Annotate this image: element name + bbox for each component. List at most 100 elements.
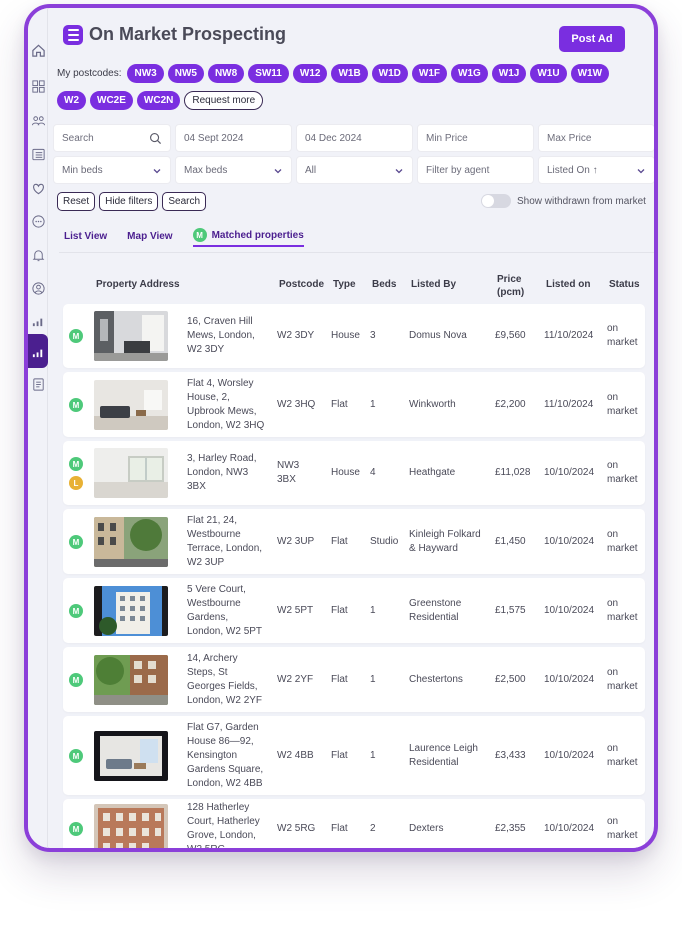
postcode-chip[interactable]: WC2E (90, 90, 133, 110)
table-row[interactable]: M 5 Vere Court, Westbourne Gardens, London, … (63, 578, 645, 643)
type-value: All (305, 164, 317, 176)
table-row[interactable]: M L 3, Harley Road, London, NW3 3BX NW3 3BX Hou… (63, 441, 645, 505)
search-button[interactable]: Search (162, 192, 207, 211)
table-row[interactable]: M 128 Hatherley Court, Hatherley Grove, Lon… (63, 799, 645, 848)
header-beds[interactable]: Beds (372, 279, 396, 290)
postcode-row: W2 WC2E WC2N Request more (57, 90, 654, 110)
property-beds: 1 (370, 674, 376, 685)
header-type[interactable]: Type (333, 279, 356, 290)
post-ad-button[interactable]: Post Ad (559, 26, 625, 52)
document-icon[interactable] (30, 376, 46, 392)
postcode-chip[interactable]: NW3 (127, 63, 164, 83)
date-from-field[interactable]: 04 Sept 2024 (175, 124, 292, 152)
postcode-chip[interactable]: W1U (530, 63, 567, 83)
postcode-chip[interactable]: SW11 (248, 63, 289, 83)
agent-filter-field[interactable] (417, 156, 534, 184)
header-postcode[interactable]: Postcode (279, 279, 324, 290)
property-photo[interactable] (94, 804, 168, 848)
property-address-line: Mews, London, (187, 330, 255, 341)
sort-select[interactable]: Listed On ↑ (538, 156, 654, 184)
chat-icon[interactable] (30, 213, 46, 229)
request-more-button[interactable]: Request more (184, 90, 264, 110)
property-photo[interactable] (94, 586, 168, 636)
property-address: 14, Archery Steps, St Georges Fields, Londo… (187, 652, 277, 708)
postcode-chip[interactable]: NW5 (167, 63, 204, 83)
hide-filters-button[interactable]: Hide filters (99, 192, 159, 211)
type-select[interactable]: All (296, 156, 413, 184)
postcode-chip[interactable]: W12 (292, 63, 328, 83)
property-address-line: Grove, London, (187, 830, 256, 841)
property-address-line: House 86—92, (187, 736, 254, 747)
property-status-line: on (607, 667, 619, 678)
grid-icon[interactable] (30, 78, 46, 94)
property-status: on market (607, 322, 643, 350)
postcode-row: My postcodes: NW3 NW5 NW8 SW11 W12 W1B W1D W1F W… (57, 63, 654, 83)
divider (59, 252, 654, 253)
header-listed-on[interactable]: Listed on (546, 279, 590, 290)
property-photo[interactable] (94, 380, 168, 430)
table-row[interactable]: M 16, Craven Hill Mews, London, W2 3DY W2 3D… (63, 304, 645, 368)
postcode-chip[interactable]: WC2N (136, 90, 181, 110)
table-row[interactable]: M Flat G7, Garden House 86—92, Kensington Ga… (63, 716, 645, 795)
reset-button[interactable]: Reset (57, 192, 96, 211)
min-price-input[interactable] (426, 132, 525, 144)
search-field[interactable] (53, 124, 171, 152)
table-row[interactable]: M Flat 21, 24, Westbourne Terrace, London, W… (63, 509, 645, 574)
list-icon[interactable] (30, 146, 46, 162)
property-address-line: Westbourne (187, 529, 241, 540)
table-row[interactable]: M 14, Archery Steps, St Georges Fields, Lond… (63, 647, 645, 712)
tab-matched-properties[interactable]: M Matched properties (192, 225, 304, 247)
withdrawn-toggle[interactable] (481, 194, 511, 208)
tab-list-view[interactable]: List View (64, 225, 107, 247)
property-status: on market (607, 528, 643, 556)
home-icon[interactable] (30, 42, 46, 58)
table-row[interactable]: M Flat 4, Worsley House, 2, Upbrook Mews, Lo… (63, 372, 645, 437)
postcode-chip[interactable]: NW8 (207, 63, 245, 83)
max-beds-select[interactable]: Max beds (175, 156, 292, 184)
app-frame: On Market Prospecting Post Ad My postcod… (24, 4, 658, 852)
header-price[interactable]: Price (pcm) (497, 273, 524, 299)
postcode-chip[interactable]: W1B (331, 63, 368, 83)
people-icon[interactable] (30, 112, 46, 128)
property-agent: Dexters (409, 822, 489, 836)
property-postcode-line: NW3 (277, 460, 300, 471)
property-photo[interactable] (94, 448, 168, 498)
postcode-chip[interactable]: W1W (570, 63, 610, 83)
signal-icon-active[interactable] (28, 334, 48, 368)
postcode-chip[interactable]: W1F (411, 63, 448, 83)
property-price: £2,200 (495, 399, 526, 410)
postcode-chip[interactable]: W1D (371, 63, 408, 83)
property-address-line: 16, Craven Hill (187, 316, 253, 327)
min-beds-select[interactable]: Min beds (53, 156, 171, 184)
max-price-input[interactable] (547, 132, 646, 144)
property-type: Flat (331, 674, 348, 685)
property-postcode: W2 3UP (277, 535, 321, 549)
property-photo[interactable] (94, 731, 168, 781)
header-listed-by[interactable]: Listed By (411, 279, 456, 290)
property-photo[interactable] (94, 311, 168, 361)
bell-icon[interactable] (30, 247, 46, 263)
header-status[interactable]: Status (609, 279, 640, 290)
header-address[interactable]: Property Address (96, 279, 180, 290)
heart-icon[interactable] (30, 180, 46, 196)
user-circle-icon[interactable] (30, 280, 46, 296)
max-price-field[interactable] (538, 124, 654, 152)
postcode-chip[interactable]: W1J (491, 63, 527, 83)
tab-map-view[interactable]: Map View (127, 225, 172, 247)
property-photo[interactable] (94, 655, 168, 705)
property-address-line: W2 3UP (187, 557, 225, 568)
postcodes-label: My postcodes: (57, 67, 122, 79)
property-price: £1,450 (495, 536, 526, 547)
property-photo[interactable] (94, 517, 168, 567)
property-agent: Chestertons (409, 673, 489, 687)
search-input[interactable] (62, 132, 162, 144)
matched-badge: M (192, 228, 207, 242)
menu-icon[interactable] (63, 24, 83, 45)
date-to-field[interactable]: 04 Dec 2024 (296, 124, 413, 152)
signal-icon[interactable] (30, 312, 46, 328)
agent-filter-input[interactable] (426, 164, 525, 176)
min-price-field[interactable] (417, 124, 534, 152)
postcode-chip[interactable]: W1G (451, 63, 488, 83)
postcode-chip[interactable]: W2 (57, 90, 86, 110)
property-beds: 1 (370, 399, 376, 410)
